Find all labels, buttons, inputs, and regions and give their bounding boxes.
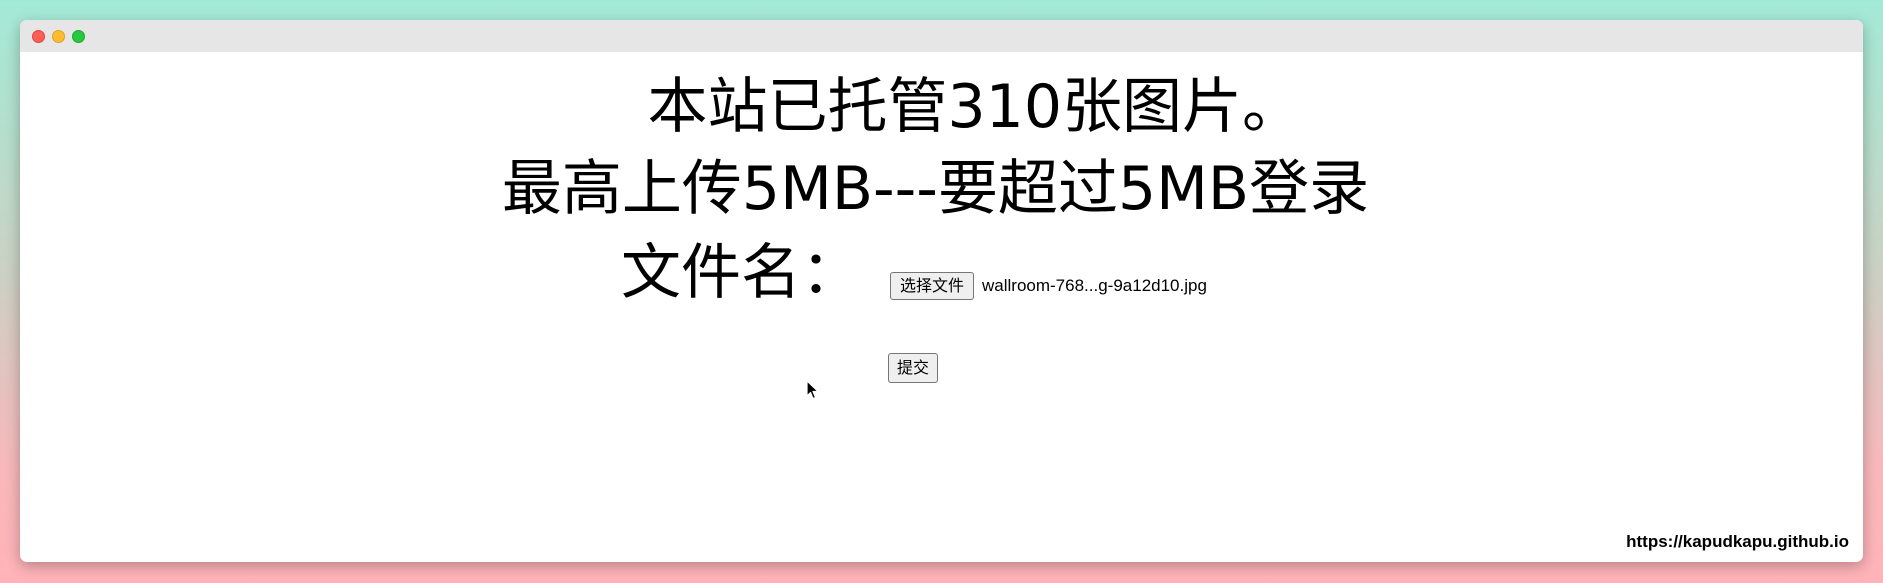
selected-file-name: wallroom-768...g-9a12d10.jpg [982, 276, 1207, 295]
minimize-window-button[interactable] [52, 30, 65, 43]
site-watermark: https://kapudkapu.github.io [1626, 532, 1849, 551]
upload-limit-notice: 最高上传5MB---要超过5MB登录 [501, 154, 1370, 224]
window-titlebar [20, 20, 1863, 52]
submit-button[interactable]: 提交 [888, 353, 939, 383]
file-name-label: 文件名： [621, 238, 861, 308]
hosted-images-notice: 本站已托管310张图片。 [647, 72, 1302, 142]
zoom-window-button[interactable] [72, 30, 85, 43]
choose-file-button[interactable]: 选择文件 [890, 272, 975, 300]
close-window-button[interactable] [32, 30, 45, 43]
browser-window: 本站已托管310张图片。 最高上传5MB---要超过5MB登录 文件名： 选择文… [20, 20, 1863, 562]
mouse-pointer-icon [806, 380, 819, 400]
